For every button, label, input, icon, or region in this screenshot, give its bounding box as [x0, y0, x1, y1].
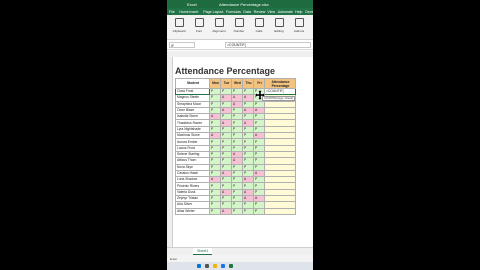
header-wed[interactable]: Wed: [231, 78, 243, 89]
ribbon-cells-button[interactable]: Cells: [250, 17, 268, 35]
app-name: Excel: [187, 2, 197, 7]
student-name-cell[interactable]: Atlas Winter: [175, 207, 210, 215]
menu-item-help[interactable]: Help: [295, 10, 302, 14]
menu-item-file[interactable]: File: [169, 10, 175, 14]
menu-item-review[interactable]: Review: [254, 10, 266, 14]
ribbon: Clipboard Font Alignment Number Cells Editing…: [167, 15, 313, 40]
header-attendance-percentage[interactable]: Attendance Percentage: [264, 78, 296, 89]
clipboard-icon: [174, 18, 184, 27]
ribbon-label: Editing: [274, 29, 284, 33]
window-title: Attendance Percentage.xlsx: [219, 2, 269, 7]
menu-bar: File Home Insert Page Layout Formulas Data Rev…: [167, 8, 313, 15]
ribbon-editing-button[interactable]: Editing: [270, 17, 288, 35]
sheet-title: Attendance Percentage: [175, 66, 276, 76]
header-row: Student Mon Tue Wed Thu Fri Attendance Percent…: [175, 78, 296, 89]
worksheet-grid[interactable]: Attendance Percentage Student Mon Tue Wed Th…: [167, 57, 313, 247]
header-thu[interactable]: Thu: [242, 78, 254, 89]
menu-item-page-layout[interactable]: Page Layout: [203, 10, 223, 14]
editing-icon: [274, 18, 284, 27]
folder-icon[interactable]: [213, 264, 217, 268]
menu-item-automate[interactable]: Automate: [278, 10, 293, 14]
menu-item-formulas[interactable]: Formulas: [226, 10, 241, 14]
table-row: Atlas Winter P A P P P: [175, 207, 296, 215]
ribbon-label: Alignment: [212, 29, 226, 33]
excel-taskbar-icon[interactable]: [229, 264, 233, 268]
ribbon-label: Number: [233, 29, 245, 33]
header-mon[interactable]: Mon: [209, 78, 221, 89]
ribbon-clipboard-button[interactable]: Clipboard: [170, 17, 188, 35]
ribbon-number-button[interactable]: Number: [230, 17, 248, 35]
sheet-tab-sheet1[interactable]: Sheet1: [193, 248, 213, 255]
header-student[interactable]: Student: [175, 78, 210, 89]
ribbon-alignment-button[interactable]: Alignment: [210, 17, 228, 35]
header-fri[interactable]: Fri: [253, 78, 265, 89]
attendance-cell[interactable]: P: [253, 207, 265, 215]
ribbon-label: Font: [195, 29, 202, 33]
status-bar: Enter: [167, 255, 313, 262]
taskbar: [167, 262, 313, 270]
font-icon: [194, 18, 204, 27]
ribbon-label: Add-ins: [293, 29, 305, 33]
ribbon-font-button[interactable]: Font: [190, 17, 208, 35]
percentage-cell[interactable]: [264, 207, 296, 215]
browser-icon[interactable]: [221, 264, 225, 268]
attendance-cell[interactable]: P: [242, 207, 254, 215]
menu-item-home[interactable]: Home: [179, 10, 189, 14]
ribbon-add-ins-button[interactable]: Add-ins: [290, 17, 308, 35]
status-text: Enter: [170, 257, 178, 261]
formula-bar: IF =COUNTIF(: [167, 41, 313, 50]
number-icon: [234, 18, 244, 27]
alignment-icon: [214, 18, 224, 27]
menu-item-insert[interactable]: Insert: [189, 10, 198, 14]
formula-input[interactable]: =COUNTIF(: [225, 42, 311, 48]
name-box[interactable]: IF: [169, 42, 195, 48]
title-bar: Excel Attendance Percentage.xlsx: [167, 0, 313, 8]
menu-item-developer[interactable]: Developer: [305, 10, 313, 14]
menu-item-data[interactable]: Data: [243, 10, 251, 14]
search-icon[interactable]: [205, 264, 209, 268]
attendance-cell[interactable]: P: [231, 207, 243, 215]
menu-item-view[interactable]: View: [267, 10, 275, 14]
add-ins-icon: [294, 18, 304, 27]
header-tue[interactable]: Tue: [220, 78, 232, 89]
attendance-cell[interactable]: P: [209, 207, 221, 215]
start-icon[interactable]: [197, 264, 201, 268]
cells-icon: [254, 18, 264, 27]
ribbon-label: Cells: [255, 29, 263, 33]
excel-window: Excel Attendance Percentage.xlsx File Hom…: [167, 0, 313, 270]
function-tooltip: COUNTIF(range, criteria): [262, 96, 296, 101]
attendance-cell[interactable]: A: [220, 207, 232, 215]
ribbon-label: Clipboard: [172, 29, 186, 33]
row-headers: [167, 57, 173, 247]
